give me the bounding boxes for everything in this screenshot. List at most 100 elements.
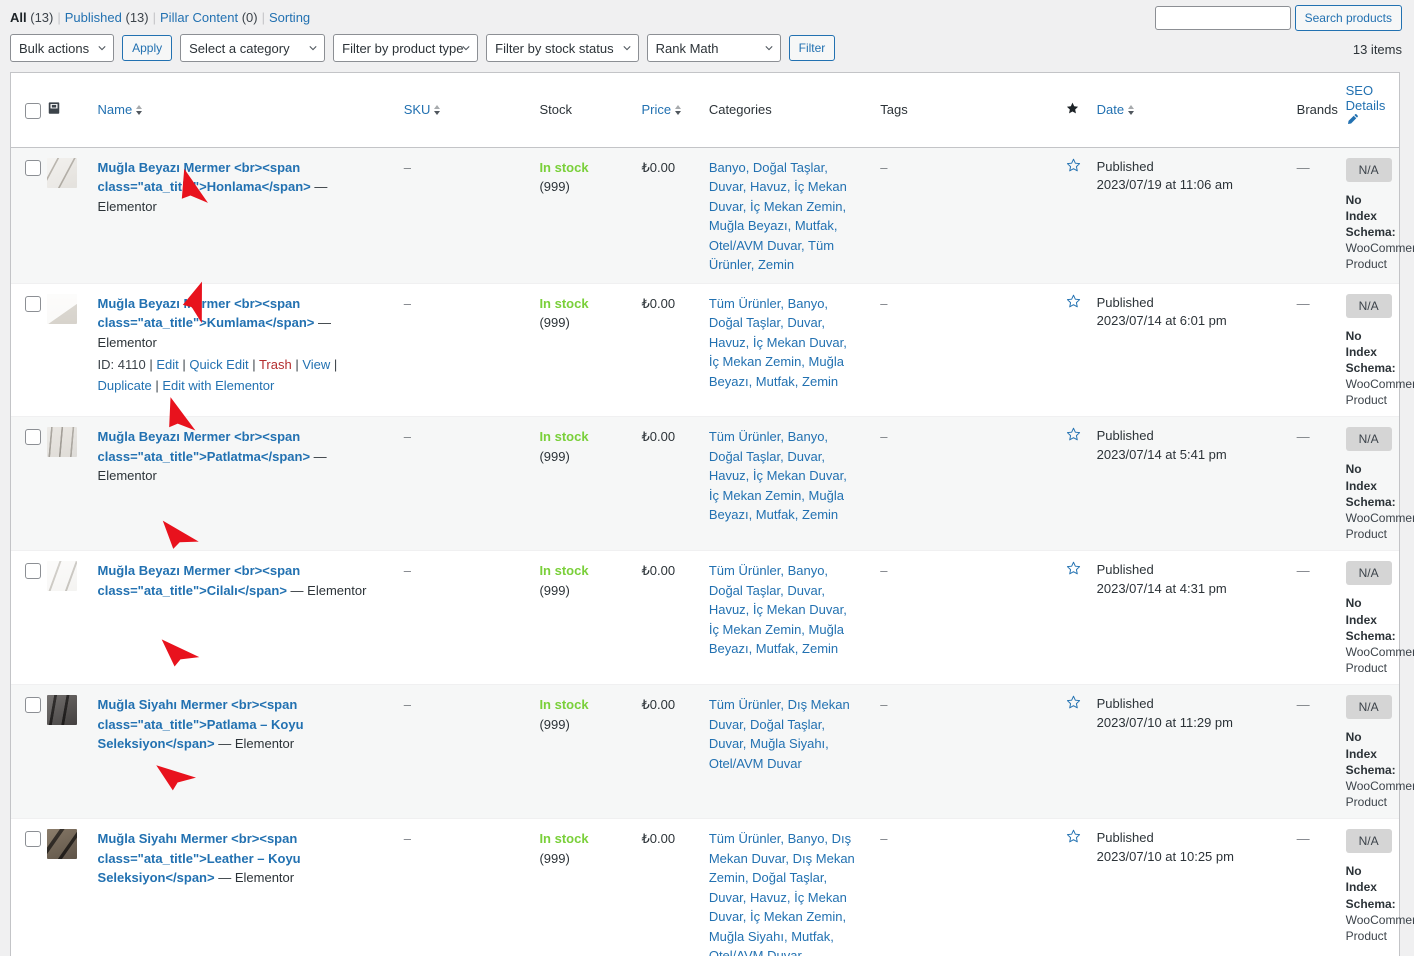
row-action-quick-edit[interactable]: Quick Edit bbox=[189, 357, 248, 372]
product-type-filter-select[interactable]: Filter by product type bbox=[333, 34, 479, 62]
bulk-actions-select[interactable]: Bulk actions bbox=[10, 34, 115, 62]
row-categories-cell: Banyo, Doğal Taşlar, Duvar, Havuz, İç Me… bbox=[698, 147, 871, 283]
price-value: ₺0.00 bbox=[641, 697, 676, 713]
apply-button[interactable]: Apply bbox=[122, 35, 173, 61]
column-sku[interactable]: SKU bbox=[393, 73, 530, 148]
view-sorting[interactable]: Sorting bbox=[269, 10, 310, 25]
row-categories-cell: Tüm Ürünler, Banyo, Doğal Taşlar, Duvar,… bbox=[698, 282, 871, 417]
date-status: Published bbox=[1096, 830, 1154, 846]
column-price-sort-link[interactable]: Price bbox=[641, 102, 682, 117]
row-checkbox[interactable] bbox=[25, 563, 41, 580]
column-sku-sort-link[interactable]: SKU bbox=[404, 102, 442, 117]
row-checkbox[interactable] bbox=[25, 295, 41, 312]
price-value: ₺0.00 bbox=[641, 429, 676, 445]
view-pillar-content[interactable]: Pillar Content (0) bbox=[160, 10, 258, 25]
featured-star-icon[interactable] bbox=[1066, 427, 1081, 442]
product-title-link[interactable]: Muğla Beyazı Mermer <br><span class="ata… bbox=[98, 160, 311, 195]
date-value: 2023/07/14 at 6:01 pm bbox=[1096, 313, 1227, 329]
view-published-link[interactable]: Published bbox=[65, 10, 122, 25]
brands-value: — bbox=[1296, 429, 1310, 445]
pencil-icon[interactable] bbox=[1346, 113, 1389, 126]
seo-schema-label: Schema: bbox=[1345, 762, 1396, 777]
price-value: ₺0.00 bbox=[641, 295, 676, 311]
column-name[interactable]: Name bbox=[87, 73, 394, 148]
row-date-cell: Published 2023/07/10 at 11:29 pm bbox=[1086, 684, 1287, 819]
category-list[interactable]: Banyo, Doğal Taşlar, Duvar, Havuz, İç Me… bbox=[709, 160, 847, 273]
view-sorting-link[interactable]: Sorting bbox=[269, 10, 310, 25]
date-value: 2023/07/10 at 11:29 pm bbox=[1096, 715, 1233, 731]
product-thumbnail[interactable] bbox=[46, 427, 77, 458]
row-action-duplicate[interactable]: Duplicate bbox=[98, 378, 152, 393]
product-title-link[interactable]: Muğla Beyazı Mermer <br><span class="ata… bbox=[98, 563, 301, 598]
stock-count: (999) bbox=[539, 716, 570, 732]
seo-schema-label: Schema: bbox=[1345, 896, 1396, 911]
featured-star-icon[interactable] bbox=[1066, 158, 1081, 173]
stock-status: In stock bbox=[539, 295, 589, 311]
product-title-link[interactable]: Muğla Beyazı Mermer <br><span class="ata… bbox=[98, 296, 315, 331]
brands-value: — bbox=[1296, 295, 1310, 311]
items-count: 13 items bbox=[1352, 42, 1402, 57]
row-checkbox[interactable] bbox=[25, 697, 41, 714]
filter-button[interactable]: Filter bbox=[788, 35, 836, 61]
row-price-cell: ₺0.00 bbox=[631, 818, 699, 956]
row-checkbox[interactable] bbox=[25, 831, 41, 848]
featured-star-icon[interactable] bbox=[1066, 829, 1081, 844]
column-date[interactable]: Date bbox=[1086, 73, 1287, 148]
stock-status-filter-select[interactable]: Filter by stock status bbox=[486, 34, 639, 62]
category-list[interactable]: Tüm Ürünler, Banyo, Doğal Taşlar, Duvar,… bbox=[709, 563, 847, 656]
view-all[interactable]: All (13) bbox=[10, 10, 53, 25]
row-stock-cell: In stock (999) bbox=[529, 147, 632, 283]
featured-star-icon[interactable] bbox=[1066, 294, 1081, 309]
product-thumbnail[interactable] bbox=[46, 293, 77, 324]
row-checkbox[interactable] bbox=[25, 429, 41, 446]
row-action-edit-with-elementor[interactable]: Edit with Elementor bbox=[162, 378, 274, 393]
category-list[interactable]: Tüm Ürünler, Banyo, Doğal Taşlar, Duvar,… bbox=[709, 296, 847, 389]
row-action-edit[interactable]: Edit bbox=[156, 357, 178, 372]
row-action-view[interactable]: View bbox=[302, 357, 330, 372]
category-list[interactable]: Tüm Ürünler, Dış Mekan Duvar, Doğal Taşl… bbox=[709, 697, 850, 771]
product-thumbnail[interactable] bbox=[46, 157, 77, 188]
stock-count: (999) bbox=[539, 582, 570, 598]
product-thumbnail[interactable] bbox=[46, 695, 77, 726]
column-seo-details: SEO Details bbox=[1335, 73, 1399, 148]
rank-math-filter-select[interactable]: Rank Math bbox=[646, 34, 781, 62]
column-date-sort-link[interactable]: Date bbox=[1097, 102, 1135, 117]
product-thumbnail[interactable] bbox=[46, 561, 77, 592]
column-name-sort-link[interactable]: Name bbox=[98, 102, 144, 117]
seo-schema-label: Schema: bbox=[1345, 628, 1396, 643]
product-thumbnail[interactable] bbox=[46, 829, 77, 860]
view-all-count: (13) bbox=[30, 10, 54, 25]
image-icon bbox=[47, 102, 61, 118]
product-type-filter-label: Filter by product type bbox=[342, 40, 464, 56]
row-checkbox[interactable] bbox=[25, 159, 41, 176]
row-stock-cell: In stock (999) bbox=[529, 416, 632, 551]
column-price[interactable]: Price bbox=[631, 73, 699, 148]
column-tags: Tags bbox=[870, 73, 1057, 148]
product-title-link[interactable]: Muğla Beyazı Mermer <br><span class="ata… bbox=[98, 429, 311, 464]
column-seo-details-link[interactable]: SEO Details bbox=[1346, 83, 1386, 113]
view-all-link[interactable]: All bbox=[10, 10, 27, 25]
date-value: 2023/07/19 at 11:06 am bbox=[1096, 177, 1233, 193]
stock-status: In stock bbox=[539, 429, 589, 445]
row-tags-cell: – bbox=[870, 550, 1057, 685]
category-list[interactable]: Tüm Ürünler, Banyo, Dış Mekan Duvar, Dış… bbox=[709, 831, 858, 956]
search-products-button[interactable]: Search products bbox=[1294, 5, 1402, 31]
row-sku-cell: – bbox=[393, 416, 530, 551]
category-filter-select[interactable]: Select a category bbox=[180, 34, 326, 62]
view-pillar-content-count: (0) bbox=[241, 10, 258, 25]
featured-star-icon[interactable] bbox=[1066, 695, 1081, 710]
search-input[interactable] bbox=[1154, 6, 1291, 30]
row-categories-cell: Tüm Ürünler, Banyo, Doğal Taşlar, Duvar,… bbox=[698, 550, 871, 685]
seo-noindex-label: No Index bbox=[1345, 328, 1377, 359]
stock-status: In stock bbox=[539, 831, 589, 847]
view-pillar-content-link[interactable]: Pillar Content bbox=[160, 10, 238, 25]
row-sku-cell: – bbox=[393, 550, 530, 685]
stock-count: (999) bbox=[539, 850, 570, 866]
view-published[interactable]: Published (13) bbox=[65, 10, 149, 25]
category-list[interactable]: Tüm Ürünler, Banyo, Doğal Taşlar, Duvar,… bbox=[709, 429, 847, 522]
featured-star-icon[interactable] bbox=[1066, 561, 1081, 576]
row-date-cell: Published 2023/07/14 at 4:31 pm bbox=[1086, 550, 1287, 685]
select-all-checkbox[interactable] bbox=[25, 102, 41, 119]
row-select-cell bbox=[11, 550, 47, 685]
row-action-trash[interactable]: Trash bbox=[259, 357, 292, 372]
